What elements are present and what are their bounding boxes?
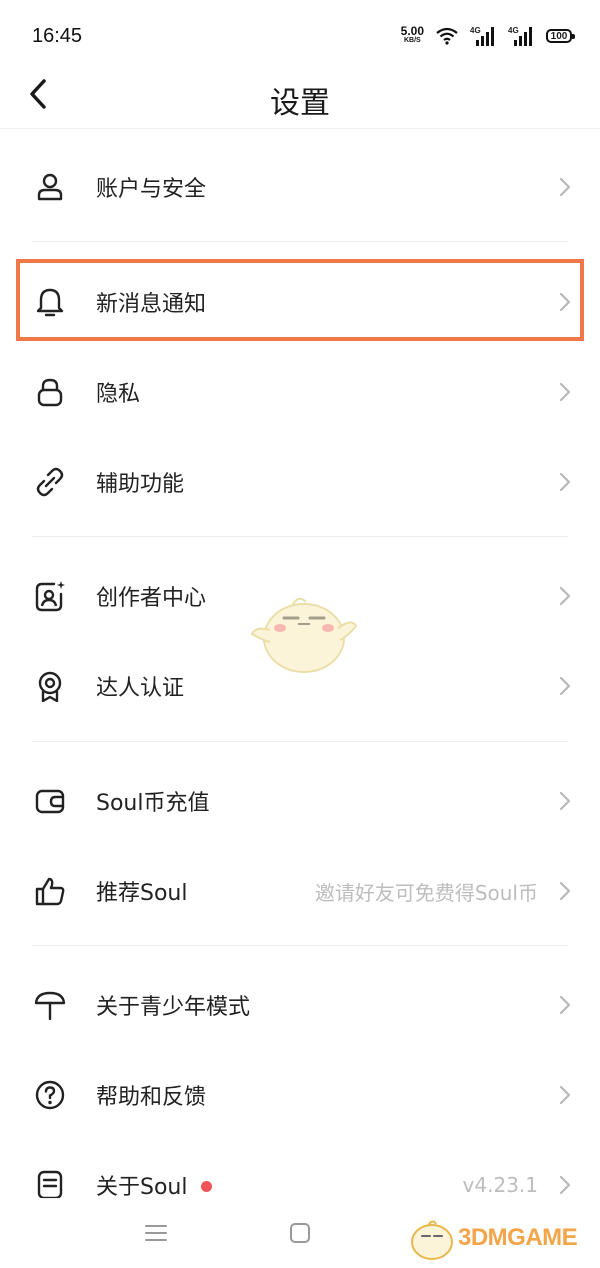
badge-icon (38, 671, 62, 702)
menu-item-label: 创作者中心 (96, 586, 207, 611)
chevron-right-icon (559, 292, 571, 312)
divider (32, 241, 568, 242)
menu-item-label: 达人认证 (96, 676, 185, 701)
chevron-right-icon (559, 995, 571, 1015)
menu-item-label: Soul币充值 (96, 791, 210, 816)
menu-icon[interactable] (141, 1218, 171, 1248)
menu-item-privacy[interactable]: 隐私 (0, 347, 600, 437)
watermark-logo: 3DMGAME (404, 1212, 596, 1264)
home-icon[interactable] (285, 1218, 315, 1248)
thumbs-up-icon (35, 877, 65, 906)
menu-item-label: 关于Soul (96, 1169, 213, 1201)
divider (32, 536, 568, 537)
version-text: v4.23.1 (462, 1173, 538, 1197)
watermark-text: 3DMGAME (458, 1224, 578, 1251)
status-time: 16:45 (32, 25, 83, 47)
watermark-mascot-icon (411, 1220, 453, 1260)
help-icon (35, 1080, 65, 1110)
chevron-right-icon (559, 586, 571, 606)
nav-bar: 设置 (0, 70, 600, 129)
menu-item-help-feedback[interactable]: 帮助和反馈 (0, 1050, 600, 1140)
chevron-right-icon (559, 1085, 571, 1105)
menu-item-notifications[interactable]: 新消息通知 (0, 257, 600, 347)
chevron-right-icon (559, 881, 571, 901)
network-speed-unit: KB/S (403, 37, 421, 44)
cell-signal-icon: 4G (508, 26, 534, 46)
new-badge-dot (201, 1180, 213, 1192)
status-indicators: 5.00 KB/S 4G 4G 100 (400, 24, 575, 46)
menu-item-label: 隐私 (96, 382, 141, 407)
divider (32, 945, 568, 946)
chevron-right-icon (559, 177, 571, 197)
menu-item-label: 关于青少年模式 (96, 995, 251, 1020)
about-label-text: 关于Soul (96, 1175, 188, 1200)
divider (32, 741, 568, 742)
menu-item-label: 推荐Soul (96, 881, 188, 906)
menu-item-label: 新消息通知 (96, 292, 207, 317)
bell-icon (36, 288, 64, 317)
menu-item-subtitle: 邀请好友可免费得Soul币 (314, 880, 538, 905)
wifi-icon (436, 27, 458, 45)
mascot-image (250, 597, 358, 673)
network-speed: 5.00 KB/S (400, 24, 424, 45)
lock-icon (37, 378, 63, 407)
menu-item-label: 辅助功能 (96, 472, 185, 497)
creator-icon (35, 581, 65, 612)
link-icon (36, 467, 64, 497)
chevron-right-icon (559, 1175, 571, 1195)
menu-item-recommend[interactable]: 推荐Soul 邀请好友可免费得Soul币 (0, 846, 600, 936)
menu-item-account-security[interactable]: 账户与安全 (0, 142, 600, 232)
menu-item-label: 账户与安全 (96, 177, 207, 202)
menu-item-label: 帮助和反馈 (96, 1085, 207, 1110)
menu-item-recharge[interactable]: Soul币充值 (0, 756, 600, 846)
chevron-right-icon (559, 791, 571, 811)
battery-icon: 100 (546, 29, 575, 43)
status-bar: 16:45 5.00 KB/S 4G 4G 100 (0, 0, 600, 70)
chevron-right-icon (559, 472, 571, 492)
menu-item-accessibility[interactable]: 辅助功能 (0, 437, 600, 527)
page-title: 设置 (270, 86, 330, 121)
chevron-right-icon (559, 676, 571, 696)
user-icon (37, 173, 63, 201)
network-speed-value: 5.00 (400, 24, 424, 38)
umbrella-icon (34, 991, 66, 1021)
wallet-icon (35, 789, 65, 814)
chevron-right-icon (559, 382, 571, 402)
menu-item-youth-mode[interactable]: 关于青少年模式 (0, 960, 600, 1050)
info-icon (37, 1170, 63, 1200)
cell-signal-icon: 4G (470, 26, 496, 46)
